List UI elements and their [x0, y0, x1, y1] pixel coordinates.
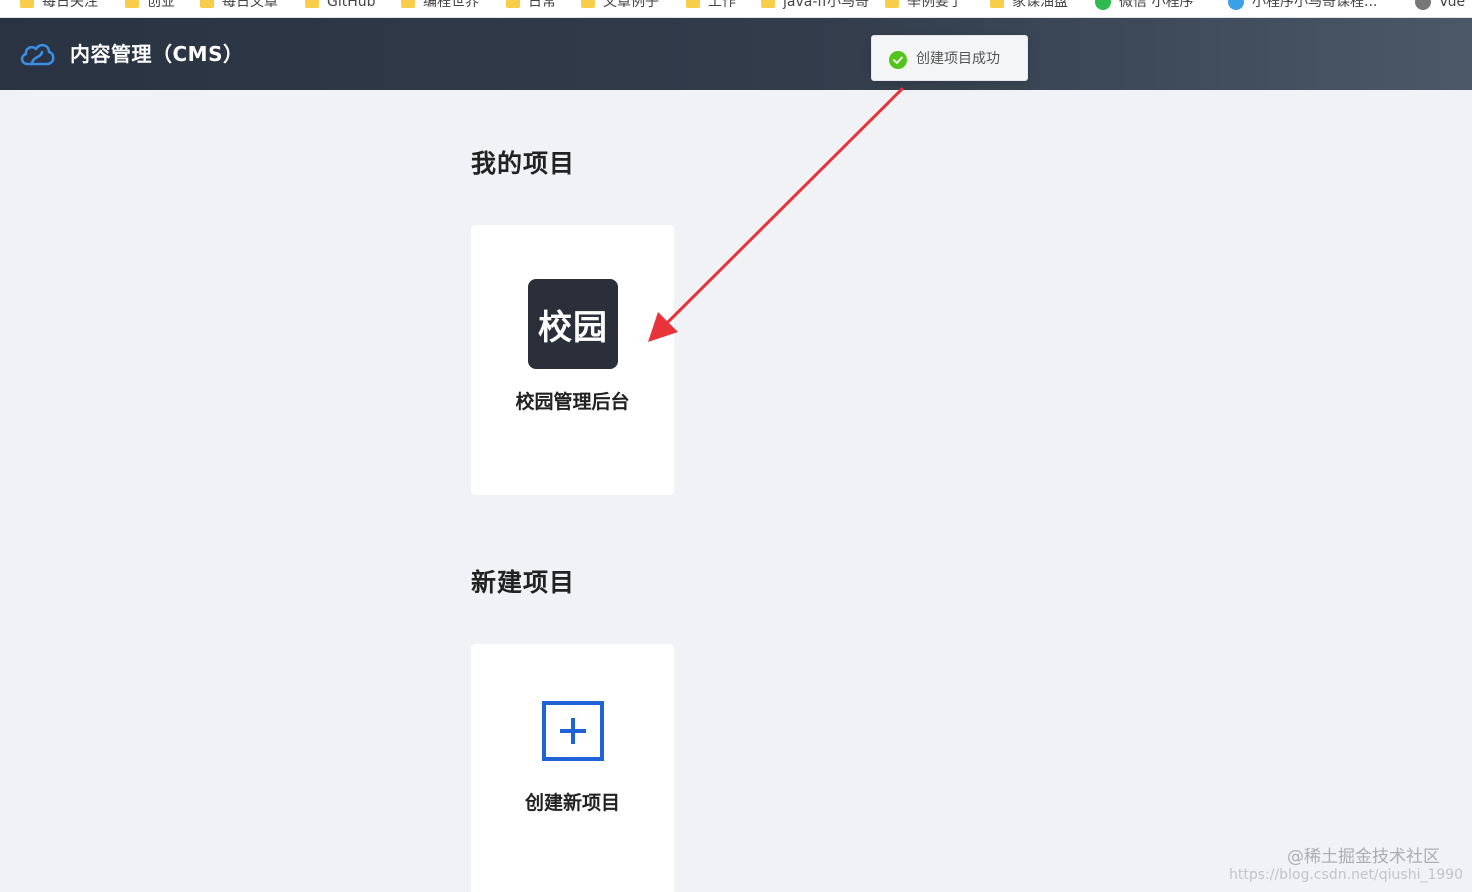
folder-icon [200, 0, 214, 8]
bookmark-item[interactable]: 日常 [506, 0, 556, 12]
success-toast: 创建项目成功 [871, 35, 1028, 81]
folder-icon [885, 0, 899, 8]
bookmark-label: 举例要了 [907, 0, 963, 10]
page: 每日关注 创业 每日文章 GitHub 编程世界 日常 文章例子 工作 java… [0, 0, 1472, 892]
bookmark-item[interactable]: Vue [1415, 0, 1465, 12]
new-project-heading: 新建项目 [471, 568, 576, 597]
create-project-card[interactable]: 创建新项目 [471, 644, 674, 892]
project-card[interactable]: 校园 校园管理后台 [471, 225, 674, 495]
folder-icon [305, 0, 319, 8]
bookmark-label: GitHub [327, 0, 376, 10]
folder-icon [581, 0, 595, 8]
bookmark-item[interactable]: GitHub [305, 0, 376, 12]
folder-icon [686, 0, 700, 8]
bookmark-label: 工作 [708, 0, 736, 10]
annotation-arrow [648, 87, 904, 342]
cloud-icon [1228, 0, 1244, 10]
wechat-icon [1095, 0, 1111, 10]
folder-icon [401, 0, 415, 8]
globe-icon [1415, 0, 1431, 10]
bookmark-label: java-ff小马哥 [783, 0, 870, 10]
plus-square-icon [542, 701, 604, 761]
bookmarks-bar: 每日关注 创业 每日文章 GitHub 编程世界 日常 文章例子 工作 java… [0, 0, 1472, 18]
watermark-url: https://blog.csdn.net/qiushi_1990 [1229, 867, 1464, 883]
bookmark-label: 小程序小马哥课程... [1252, 0, 1378, 10]
cloud-logo-icon[interactable] [18, 38, 56, 70]
project-logo: 校园 [528, 279, 618, 369]
bookmark-item[interactable]: 创业 [125, 0, 175, 12]
check-circle-icon [889, 51, 907, 69]
bookmark-label: 每日关注 [42, 0, 98, 10]
bookmark-item[interactable]: 每日文章 [200, 0, 278, 12]
create-project-label: 创建新项目 [524, 792, 620, 814]
app-header: 内容管理（CMS） [0, 18, 1472, 90]
bookmark-label: 文章例子 [603, 0, 659, 10]
folder-icon [761, 0, 775, 8]
bookmark-item[interactable]: 工作 [686, 0, 736, 12]
bookmark-item[interactable]: 微信 小程序 [1095, 0, 1193, 12]
bookmark-label: 编程世界 [423, 0, 479, 10]
app-title: 内容管理（CMS） [70, 42, 244, 66]
bookmark-item[interactable]: 家课油盘 [990, 0, 1068, 12]
bookmark-label: 微信 小程序 [1119, 0, 1194, 10]
project-name: 校园管理后台 [515, 391, 630, 413]
my-projects-heading: 我的项目 [471, 149, 576, 178]
bookmark-item[interactable]: 每日关注 [20, 0, 98, 12]
bookmark-label: 每日文章 [222, 0, 278, 10]
folder-icon [20, 0, 34, 8]
bookmark-label: 创业 [147, 0, 175, 10]
folder-icon [506, 0, 520, 8]
bookmark-label: Vue [1439, 0, 1466, 10]
bookmark-item[interactable]: 文章例子 [581, 0, 659, 12]
bookmark-label: 家课油盘 [1012, 0, 1068, 10]
bookmark-item[interactable]: 编程世界 [401, 0, 479, 12]
toast-message: 创建项目成功 [916, 51, 1000, 67]
bookmark-item[interactable]: 小程序小马哥课程... [1228, 0, 1377, 12]
bookmark-item[interactable]: 举例要了 [885, 0, 963, 12]
folder-icon [125, 0, 139, 8]
bookmark-label: 日常 [528, 0, 556, 10]
bookmark-item[interactable]: java-ff小马哥 [761, 0, 869, 12]
folder-icon [990, 0, 1004, 8]
